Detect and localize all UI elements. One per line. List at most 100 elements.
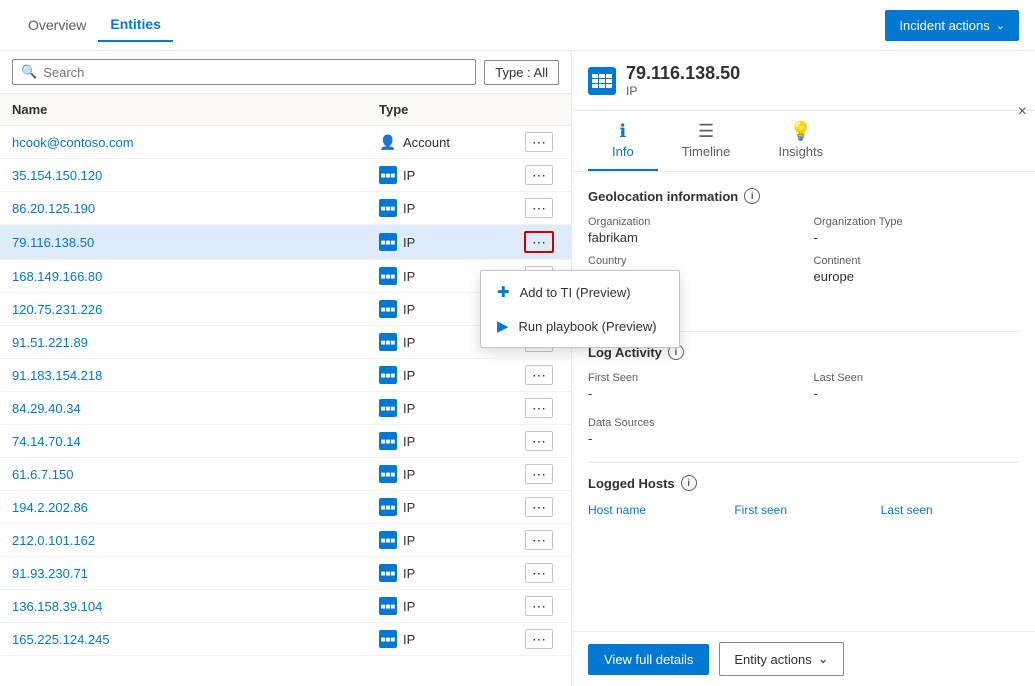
entity-type: ■■■ IP <box>379 630 519 648</box>
geolocation-info-icon: i <box>744 188 760 204</box>
last-seen-label: Last Seen <box>814 372 1020 384</box>
row-actions-button[interactable]: ⋯ <box>524 231 554 253</box>
view-full-details-button[interactable]: View full details <box>588 644 709 675</box>
cell-actions: ⋯ <box>519 231 559 253</box>
entity-name: 136.158.39.104 <box>12 599 379 614</box>
close-button[interactable]: × <box>1018 103 1027 121</box>
ip-icon: ■■■ <box>379 531 397 549</box>
tab-insights[interactable]: 💡 Insights <box>754 111 847 171</box>
row-actions-button[interactable]: ⋯ <box>525 165 553 185</box>
entity-name: 91.183.154.218 <box>12 368 379 383</box>
first-seen-label: First Seen <box>588 372 794 384</box>
add-ti-icon: ✚ <box>497 283 510 301</box>
entity-name: 194.2.202.86 <box>12 500 379 515</box>
continent-label: Continent <box>814 255 1020 267</box>
logged-col-hostname: Host name <box>588 503 726 517</box>
logged-col-lastseen: Last seen <box>881 503 1019 517</box>
tab-info[interactable]: ℹ Info <box>588 111 658 171</box>
ip-icon: ■■■ <box>379 166 397 184</box>
table-row[interactable]: 61.6.7.150 ■■■ IP ⋯ <box>0 458 571 491</box>
account-icon: 👤 <box>379 133 397 151</box>
chevron-down-icon: ⌄ <box>996 19 1005 32</box>
table-row[interactable]: 84.29.40.34 ■■■ IP ⋯ <box>0 392 571 425</box>
organization-value: fabrikam <box>588 230 794 245</box>
entity-actions-label: Entity actions <box>734 652 811 667</box>
tab-entities[interactable]: Entities <box>98 8 173 42</box>
organization-type-label: Organization Type <box>814 216 1020 228</box>
entity-name: 120.75.231.226 <box>12 302 379 317</box>
insights-tab-label: Insights <box>778 144 823 159</box>
geolocation-section-title: Geolocation information i <box>588 188 1019 204</box>
entity-type: ■■■ IP <box>379 597 519 615</box>
row-actions-button[interactable]: ⋯ <box>525 497 553 517</box>
table-row[interactable]: 136.158.39.104 ■■■ IP ⋯ <box>0 590 571 623</box>
table-row[interactable]: 79.116.138.50 ■■■ IP ⋯ <box>0 225 571 260</box>
search-icon: 🔍 <box>21 64 37 80</box>
row-actions-button[interactable]: ⋯ <box>525 431 553 451</box>
ip-icon: ■■■ <box>379 498 397 516</box>
ip-icon: ■■■ <box>379 432 397 450</box>
table-row[interactable]: 212.0.101.162 ■■■ IP ⋯ <box>0 524 571 557</box>
row-actions-button[interactable]: ⋯ <box>525 365 553 385</box>
cell-actions: ⋯ <box>519 165 559 185</box>
entity-name: 84.29.40.34 <box>12 401 379 416</box>
playbook-icon: ▶ <box>497 317 509 335</box>
row-actions-button[interactable]: ⋯ <box>525 629 553 649</box>
entity-header: 79.116.138.50 IP <box>572 51 1035 111</box>
data-sources-label: Data Sources <box>588 417 1019 429</box>
table-row[interactable]: 35.154.150.120 ■■■ IP ⋯ <box>0 159 571 192</box>
entity-name: hcook@contoso.com <box>12 135 379 150</box>
entity-type: ■■■ IP <box>379 233 519 251</box>
add-to-ti-menu-item[interactable]: ✚ Add to TI (Preview) <box>481 275 679 309</box>
entity-name: 35.154.150.120 <box>12 168 379 183</box>
entity-name: 212.0.101.162 <box>12 533 379 548</box>
row-actions-button[interactable]: ⋯ <box>525 398 553 418</box>
entity-name: 91.93.230.71 <box>12 566 379 581</box>
logged-hosts-header: Host name First seen Last seen <box>588 503 1019 517</box>
table-row[interactable]: 91.183.154.218 ■■■ IP ⋯ <box>0 359 571 392</box>
table-row[interactable]: 74.14.70.14 ■■■ IP ⋯ <box>0 425 571 458</box>
incident-actions-button[interactable]: Incident actions ⌄ <box>885 10 1019 41</box>
entity-icon-large <box>588 67 616 95</box>
table-row[interactable]: 194.2.202.86 ■■■ IP ⋯ <box>0 491 571 524</box>
entity-name: 168.149.166.80 <box>12 269 379 284</box>
entity-actions-button[interactable]: Entity actions ⌄ <box>719 642 843 676</box>
search-input[interactable] <box>43 65 467 80</box>
logged-hosts-info-icon: i <box>681 475 697 491</box>
continent-field: Continent europe <box>814 255 1020 284</box>
row-actions-button[interactable]: ⋯ <box>525 132 553 152</box>
row-actions-button[interactable]: ⋯ <box>525 530 553 550</box>
tab-timeline[interactable]: ☰ Timeline <box>658 111 755 171</box>
row-actions-button[interactable]: ⋯ <box>525 464 553 484</box>
organization-field: Organization fabrikam <box>588 216 794 245</box>
table-row[interactable]: 91.93.230.71 ■■■ IP ⋯ <box>0 557 571 590</box>
search-bar: 🔍 Type : All <box>0 51 571 94</box>
entity-type: ■■■ IP <box>379 531 519 549</box>
search-input-wrap[interactable]: 🔍 <box>12 59 476 85</box>
first-seen-field: First Seen - <box>588 372 794 401</box>
ip-icon: ■■■ <box>379 333 397 351</box>
tabs-row: ℹ Info ☰ Timeline 💡 Insights <box>572 111 1035 172</box>
col-name-header: Name <box>12 102 379 117</box>
entity-name: 74.14.70.14 <box>12 434 379 449</box>
row-actions-button[interactable]: ⋯ <box>525 198 553 218</box>
data-sources-value: - <box>588 431 1019 446</box>
tab-overview[interactable]: Overview <box>16 9 98 41</box>
entity-type: ■■■ IP <box>379 465 519 483</box>
bottom-bar: View full details Entity actions ⌄ <box>572 631 1035 686</box>
row-actions-button[interactable]: ⋯ <box>525 596 553 616</box>
table-row[interactable]: 86.20.125.190 ■■■ IP ⋯ <box>0 192 571 225</box>
type-filter-button[interactable]: Type : All <box>484 60 559 85</box>
country-label: Country <box>588 255 794 267</box>
cell-actions: ⋯ <box>519 132 559 152</box>
entity-name: 61.6.7.150 <box>12 467 379 482</box>
table-row[interactable]: hcook@contoso.com 👤 Account ⋯ <box>0 126 571 159</box>
ip-icon: ■■■ <box>379 199 397 217</box>
timeline-tab-label: Timeline <box>682 144 731 159</box>
entity-type: ■■■ IP <box>379 564 519 582</box>
entity-actions-chevron-icon: ⌄ <box>818 651 829 667</box>
right-panel: × 79.116.138.50 IP <box>572 51 1035 686</box>
run-playbook-menu-item[interactable]: ▶ Run playbook (Preview) <box>481 309 679 343</box>
table-row[interactable]: 165.225.124.245 ■■■ IP ⋯ <box>0 623 571 656</box>
row-actions-button[interactable]: ⋯ <box>525 563 553 583</box>
